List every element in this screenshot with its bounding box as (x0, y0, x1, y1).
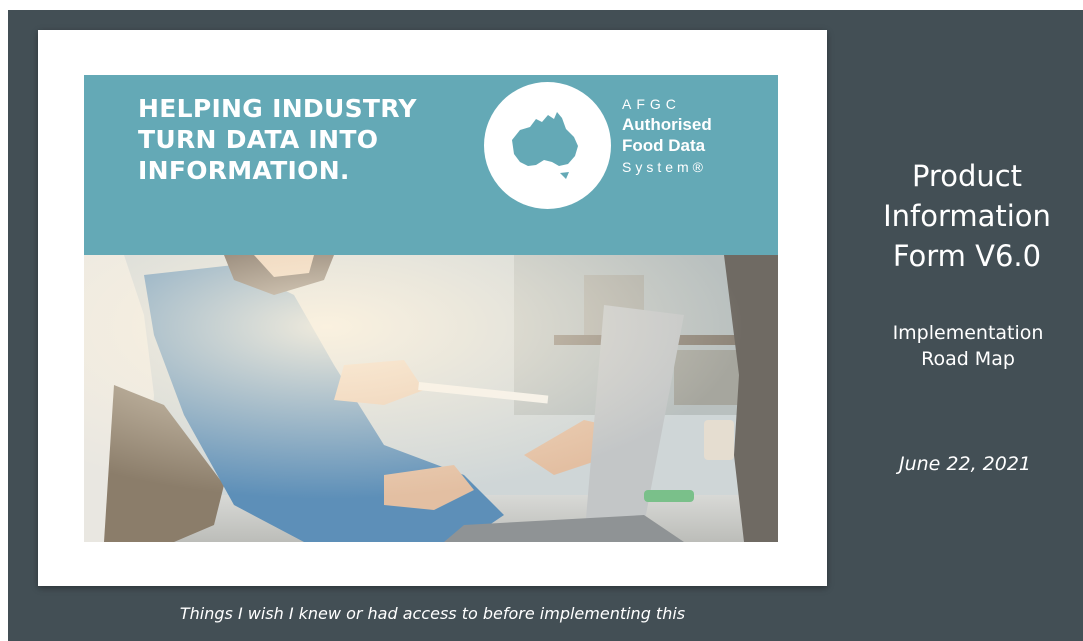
afgc-logo-text: AFGC Authorised Food Data System® (622, 94, 712, 178)
caption-text: Things I wish I knew or had access to be… (179, 604, 686, 623)
page-title: Product Information Form V6.0 (857, 156, 1077, 276)
logo-line-afgc: AFGC (622, 96, 681, 112)
title-line-3: Form V6.0 (892, 239, 1042, 273)
people-at-laptop-photo (84, 255, 778, 542)
date-label: June 22, 2021 (898, 453, 1032, 475)
logo-line-food-data: Food Data (622, 136, 706, 155)
subtitle-line-1: Implementation (892, 322, 1044, 344)
australia-map-icon (484, 82, 611, 209)
logo-line-authorised: Authorised (622, 115, 712, 134)
slide: HELPING INDUSTRY TURN DATA INTO INFORMAT… (8, 10, 1083, 641)
banner-headline: HELPING INDUSTRY TURN DATA INTO INFORMAT… (138, 93, 468, 186)
subtitle: Implementation Road Map (853, 320, 1083, 372)
headline-line-1: HELPING INDUSTRY (138, 94, 417, 123)
title-line-1: Product (911, 159, 1023, 193)
logo-line-system: System® (622, 159, 707, 175)
afgc-banner: HELPING INDUSTRY TURN DATA INTO INFORMAT… (84, 75, 778, 255)
headline-line-3: INFORMATION. (138, 156, 350, 185)
headline-line-2: TURN DATA INTO (138, 125, 379, 154)
subtitle-line-2: Road Map (921, 348, 1015, 370)
title-line-2: Information (883, 199, 1051, 233)
image-card: HELPING INDUSTRY TURN DATA INTO INFORMAT… (38, 30, 827, 586)
